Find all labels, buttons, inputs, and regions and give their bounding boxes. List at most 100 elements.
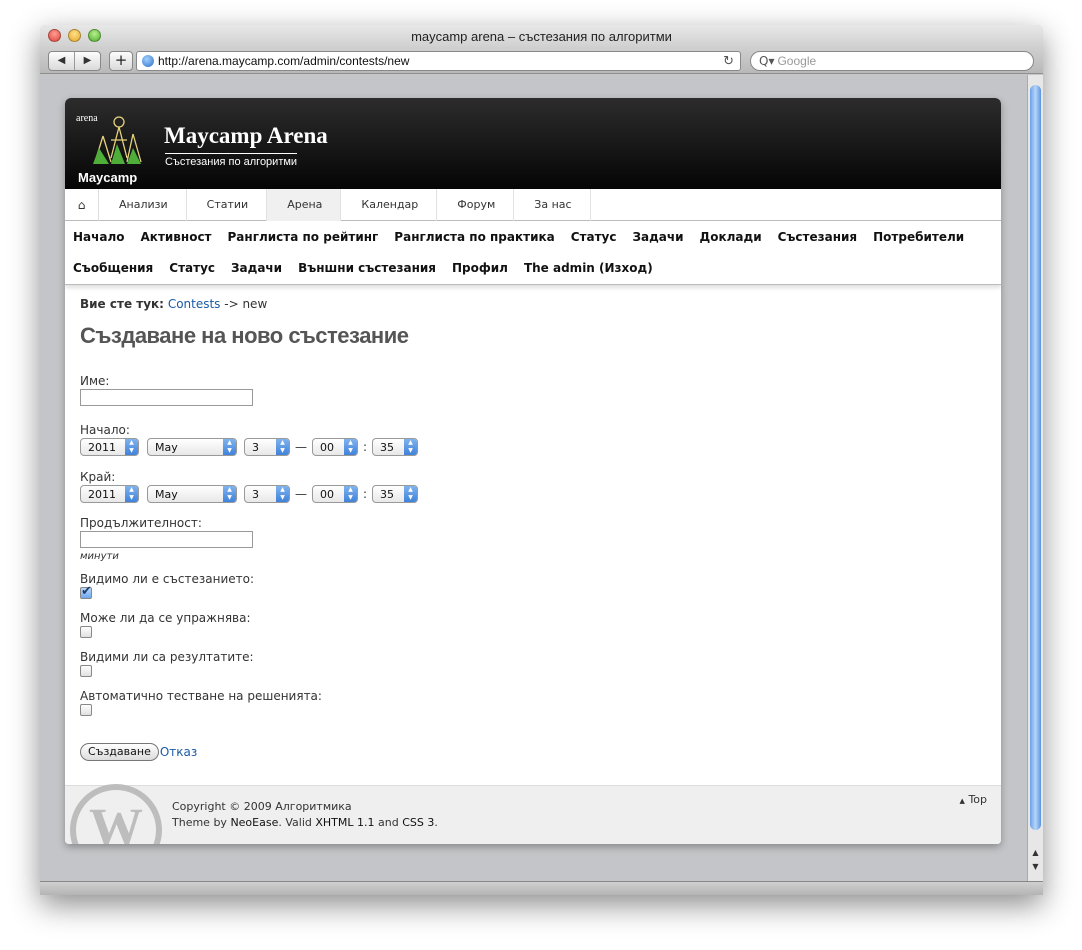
menu-row-1: Начало Активност Ранглиста по рейтинг Ра… bbox=[73, 227, 1001, 258]
logo-arena-text: arena bbox=[76, 113, 98, 124]
menu-item-problems[interactable]: Задачи bbox=[632, 230, 683, 244]
menu-item-practice-ranking[interactable]: Ранглиста по практика bbox=[394, 230, 554, 244]
add-bookmark-button[interactable]: + bbox=[109, 51, 133, 71]
name-field-group: Име: bbox=[80, 374, 986, 406]
menu-item-contests[interactable]: Състезания bbox=[778, 230, 858, 244]
start-field-group: Начало: 2011 ▲ ▼ May ▲ ▼ 3 ▲ ▼ — 00 ▲ ▼ : 35 ▲ ▼ bbox=[80, 423, 986, 456]
duration-hint: минути bbox=[80, 551, 119, 562]
create-button[interactable]: Създаване bbox=[80, 743, 159, 761]
site-header: arena Maycamp Maycamp Arena Състезания п… bbox=[65, 98, 1001, 189]
practice-checkbox[interactable] bbox=[80, 626, 92, 638]
duration-input[interactable] bbox=[80, 531, 253, 548]
site-page: arena Maycamp Maycamp Arena Състезания п… bbox=[65, 98, 1001, 844]
end-year-select[interactable]: 2011 ▲ ▼ bbox=[80, 485, 139, 503]
end-hour-select[interactable]: 00 ▲ ▼ bbox=[312, 485, 358, 503]
scroll-down-arrow-icon[interactable]: ▼ bbox=[1028, 862, 1043, 871]
menu-item-users[interactable]: Потребители bbox=[873, 230, 964, 244]
css-link[interactable]: CSS 3 bbox=[402, 816, 434, 829]
footer-text: Copyright © 2009 Алгоритмика Theme by Ne… bbox=[172, 799, 438, 831]
footer-theme-line: Theme by NeoEase. Valid XHTML 1.1 and CS… bbox=[172, 816, 438, 829]
visible-checkbox[interactable] bbox=[80, 584, 92, 599]
title-bar: maycamp arena – състезания по алгоритми bbox=[40, 25, 1043, 48]
end-dash: — bbox=[295, 487, 307, 501]
menu-item-home[interactable]: Начало bbox=[73, 230, 125, 244]
visible-field-group: Видимо ли е състезанието: bbox=[80, 572, 986, 599]
end-field-group: Край: 2011 ▲ ▼ May ▲ ▼ 3 ▲ ▼ — 00 ▲ ▼ : 35 ▲ ▼ bbox=[80, 470, 986, 503]
topnav-item-articles[interactable]: Статии bbox=[187, 188, 268, 221]
duration-field-group: Продължителност: минути bbox=[80, 516, 986, 562]
address-bar[interactable]: http://arena.maycamp.com/admin/contests/… bbox=[136, 51, 741, 71]
vertical-scrollbar[interactable]: ▲ ▼ bbox=[1027, 75, 1043, 881]
nav-buttons: ◀ ▶ bbox=[48, 51, 101, 71]
main-content: Вие сте тук: Contests -> new Създаване н… bbox=[65, 285, 1001, 761]
visible-label: Видимо ли е състезанието: bbox=[80, 572, 254, 586]
footer-copyright: Copyright © 2009 Алгоритмика bbox=[172, 800, 352, 813]
start-day-select[interactable]: 3 ▲ ▼ bbox=[244, 438, 290, 456]
xhtml-link[interactable]: XHTML 1.1 bbox=[315, 816, 374, 829]
globe-icon bbox=[142, 55, 154, 67]
start-colon: : bbox=[363, 440, 368, 454]
home-icon[interactable]: ⌂ bbox=[65, 188, 99, 221]
results-field-group: Видими ли са резултатите: bbox=[80, 650, 986, 677]
practice-label: Може ли да се упражнява: bbox=[80, 611, 251, 625]
menu-item-rating-ranking[interactable]: Ранглиста по рейтинг bbox=[228, 230, 379, 244]
site-subtitle: Състезания по алгоритми bbox=[165, 153, 298, 168]
results-label: Видими ли са резултатите: bbox=[80, 650, 254, 664]
menu-item-status[interactable]: Статус bbox=[571, 230, 617, 244]
back-to-top-link[interactable]: ▲ Top bbox=[960, 793, 987, 806]
form-actions: Създаване Отказ bbox=[80, 743, 986, 761]
end-minute-select[interactable]: 35 ▲ ▼ bbox=[372, 485, 419, 503]
topnav-item-arena[interactable]: Арена bbox=[267, 188, 342, 221]
duration-label: Продължителност: bbox=[80, 516, 202, 530]
autotest-field-group: Автоматично тестване на решенията: bbox=[80, 689, 986, 716]
wordpress-logo-icon: W bbox=[70, 784, 162, 844]
site-logo[interactable]: arena Maycamp bbox=[71, 100, 161, 188]
forward-icon[interactable]: ▶ bbox=[75, 52, 100, 70]
browser-toolbar: ◀ ▶ + http://arena.maycamp.com/admin/con… bbox=[40, 48, 1043, 74]
menu-item-admin-status[interactable]: Статус bbox=[169, 261, 215, 275]
top-navigation: ⌂ Анализи Статии Арена Календар Форум За… bbox=[65, 188, 1001, 221]
menu-item-admin-problems[interactable]: Задачи bbox=[231, 261, 282, 275]
end-label: Край: bbox=[80, 470, 116, 484]
start-hour-select[interactable]: 00 ▲ ▼ bbox=[312, 438, 358, 456]
end-datetime: 2011 ▲ ▼ May ▲ ▼ 3 ▲ ▼ — 00 ▲ ▼ : 35 ▲ ▼ bbox=[80, 485, 986, 503]
topnav-item-calendar[interactable]: Календар bbox=[341, 188, 438, 221]
menu-item-activity[interactable]: Активност bbox=[141, 230, 212, 244]
start-minute-select[interactable]: 35 ▲ ▼ bbox=[372, 438, 419, 456]
scrollbar-thumb[interactable] bbox=[1030, 85, 1041, 830]
name-label: Име: bbox=[80, 374, 110, 388]
breadcrumb-label: Вие сте тук: bbox=[80, 297, 164, 311]
search-placeholder: Google bbox=[777, 54, 817, 68]
browser-window: maycamp arena – състезания по алгоритми … bbox=[40, 25, 1043, 895]
reload-icon[interactable]: ↻ bbox=[723, 54, 734, 69]
menu-item-messages[interactable]: Съобщения bbox=[73, 261, 153, 275]
breadcrumb: Вие сте тук: Contests -> new bbox=[80, 297, 986, 311]
topnav-item-about[interactable]: За нас bbox=[514, 188, 591, 221]
main-menu: Начало Активност Ранглиста по рейтинг Ра… bbox=[65, 221, 1001, 285]
results-checkbox[interactable] bbox=[80, 665, 92, 677]
site-title[interactable]: Maycamp Arena bbox=[164, 123, 328, 149]
url-text[interactable]: http://arena.maycamp.com/admin/contests/… bbox=[158, 54, 723, 68]
cancel-link[interactable]: Отказ bbox=[160, 745, 197, 759]
end-day-select[interactable]: 3 ▲ ▼ bbox=[244, 485, 290, 503]
search-icon[interactable]: Q▾ bbox=[759, 54, 774, 68]
menu-item-reports[interactable]: Доклади bbox=[700, 230, 762, 244]
scroll-up-arrow-icon[interactable]: ▲ bbox=[1028, 848, 1043, 857]
name-input[interactable] bbox=[80, 389, 253, 406]
end-month-select[interactable]: May ▲ ▼ bbox=[147, 485, 237, 503]
topnav-item-forum[interactable]: Форум bbox=[437, 188, 515, 221]
menu-item-external-contests[interactable]: Външни състезания bbox=[298, 261, 436, 275]
site-footer: W Copyright © 2009 Алгоритмика Theme by … bbox=[65, 784, 1001, 844]
autotest-checkbox[interactable] bbox=[80, 704, 92, 716]
back-icon[interactable]: ◀ bbox=[49, 52, 75, 70]
menu-item-profile[interactable]: Профил bbox=[452, 261, 508, 275]
menu-item-logout[interactable]: The admin (Изход) bbox=[524, 261, 653, 275]
search-input[interactable]: Q▾ Google bbox=[750, 51, 1034, 71]
end-colon: : bbox=[363, 487, 368, 501]
breadcrumb-contests-link[interactable]: Contests bbox=[168, 297, 221, 311]
topnav-item-analyses[interactable]: Анализи bbox=[99, 188, 187, 221]
status-bar bbox=[40, 881, 1043, 895]
neoease-link[interactable]: NeoEase bbox=[230, 816, 278, 829]
start-year-select[interactable]: 2011 ▲ ▼ bbox=[80, 438, 139, 456]
start-month-select[interactable]: May ▲ ▼ bbox=[147, 438, 237, 456]
